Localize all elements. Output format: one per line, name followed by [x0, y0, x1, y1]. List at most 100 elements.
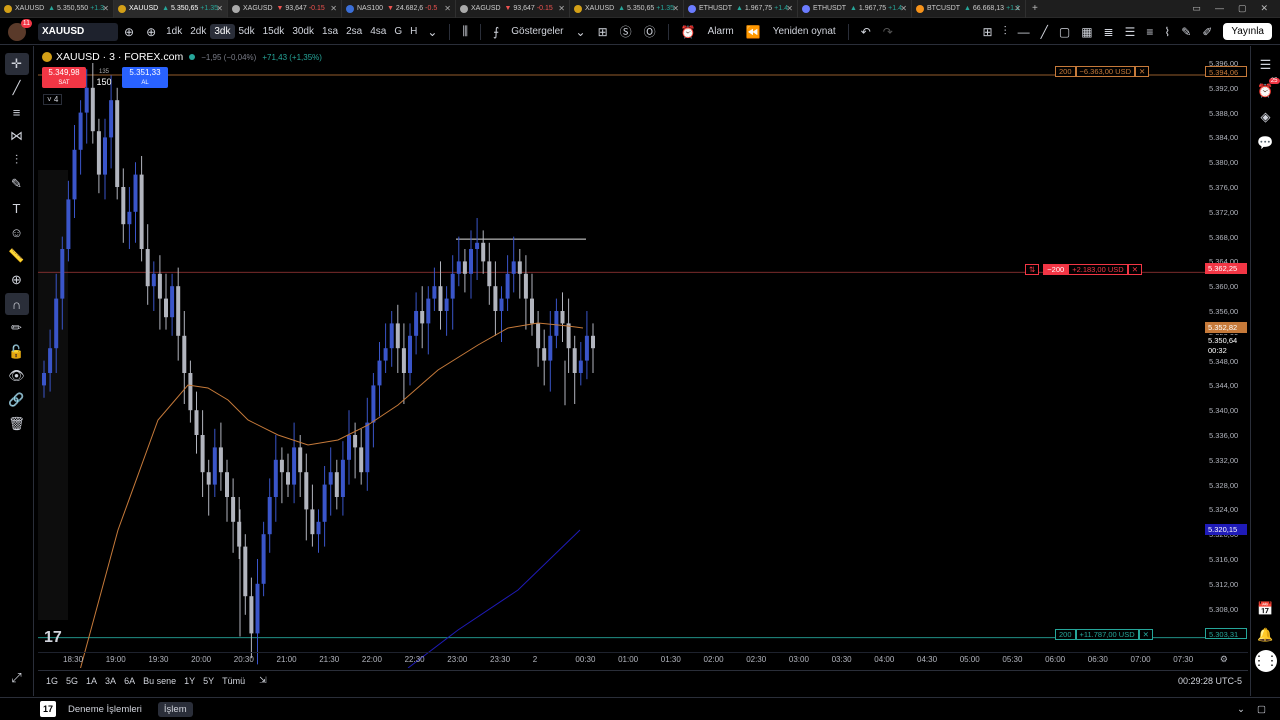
range-button-7[interactable]: 5Y [203, 676, 214, 686]
paper-trading-tab[interactable]: Deneme İşlemleri [68, 704, 142, 715]
bell-icon[interactable]: 🔔 [1255, 624, 1277, 646]
indicators-button[interactable]: Göstergeler [511, 26, 563, 37]
close-icon[interactable]: ✕ [900, 4, 907, 13]
crosshair-icon[interactable]: ✛ [4, 53, 29, 75]
channel-icon[interactable]: ≡ [1146, 25, 1153, 39]
close-icon[interactable]: ✕ [444, 4, 451, 13]
date-range-icon[interactable]: ⇲ [259, 675, 267, 686]
price-chart-svg[interactable]: 17 [38, 50, 1248, 668]
compare-icon[interactable]: ⊕ [124, 25, 134, 39]
browser-tab[interactable]: XAUUSD ▲ 5.350,65 +1.35 ✕ [114, 0, 228, 18]
s-icon[interactable]: Ⓢ [620, 23, 632, 40]
pen-icon[interactable]: ✐ [1202, 25, 1212, 39]
time-axis[interactable]: ⚙ 18:30 19:00 19:30 20:00 20:30 21:00 21:30 22:… [38, 652, 1248, 666]
settings-lines-icon[interactable]: ☰ [1125, 25, 1136, 39]
browser-tab[interactable]: BTCUSDT ▲ 66.668,13 +1.1 ✕ [912, 0, 1026, 18]
link-icon[interactable]: 🔗 [5, 389, 29, 411]
chevron-down-icon[interactable]: ⌄ [576, 25, 586, 39]
settings-icon[interactable]: ⚙ [1220, 654, 1228, 665]
range-button-2[interactable]: 1A [86, 676, 97, 686]
close-icon[interactable]: ✕ [786, 4, 793, 13]
vertical-line-icon[interactable]: ⫶ [1004, 24, 1007, 39]
eye-icon[interactable]: 👁 [5, 365, 29, 387]
grid-icon[interactable]: ▦ [1081, 25, 1092, 39]
quantity-field[interactable]: 135 150 [86, 67, 122, 87]
buy-button[interactable]: 5.351,33 AL [122, 67, 168, 88]
symbol-search[interactable]: XAUUSD [38, 22, 118, 41]
clock[interactable]: 00:29:28 UTC-5 [1178, 676, 1242, 686]
alarm-button[interactable]: Alarm [708, 26, 734, 37]
close-icon[interactable]: ✕ [1138, 629, 1153, 640]
close-icon[interactable]: ✕ [216, 4, 223, 13]
range-button-0[interactable]: 1G [46, 676, 58, 686]
legend-title[interactable]: XAUUSD · 3 · FOREX.com [56, 51, 183, 63]
close-icon[interactable]: ✕ [102, 4, 109, 13]
chevron-down-icon[interactable]: ⌄ [427, 25, 437, 39]
interval-1[interactable]: 2dk [186, 24, 210, 39]
browser-tab[interactable]: XAUUSD ▲ 5.350,550 +1.3 ✕ [0, 0, 114, 18]
trendline-tool-icon[interactable]: ╱ [5, 77, 29, 99]
candle-type-icon[interactable]: ⫼ [462, 24, 468, 39]
pattern-tool-icon[interactable]: ⋈ [5, 125, 29, 147]
alarm-icon[interactable]: ⏰ [681, 25, 696, 39]
reverse-icon[interactable]: ⇅ [1025, 264, 1040, 275]
rectangle-icon[interactable]: ▢ [1059, 25, 1070, 39]
indicators-icon[interactable]: ⨍ [493, 25, 499, 39]
redo-icon[interactable]: ↷ [883, 25, 893, 39]
interval-3[interactable]: 5dk [235, 24, 259, 39]
maximize-icon[interactable]: ▢ [1257, 704, 1266, 715]
templates-icon[interactable]: ⊞ [598, 25, 608, 39]
interval-2[interactable]: 3dk [210, 24, 235, 39]
minimize-icon[interactable]: — [1215, 3, 1224, 14]
user-avatar[interactable]: 11 [8, 18, 32, 41]
range-button-8[interactable]: Tümü [222, 676, 245, 686]
magnet-icon[interactable]: ∩ [4, 293, 29, 315]
range-button-3[interactable]: 3A [105, 676, 116, 686]
browser-tab[interactable]: XAGUSD ▼ 93,647 -0.15 ✕ [228, 0, 342, 18]
interval-5[interactable]: 30dk [288, 24, 318, 39]
maximize-icon[interactable]: ▢ [1238, 3, 1247, 14]
close-window-icon[interactable]: ✕ [1260, 3, 1268, 14]
lock-icon[interactable]: 🔓 [5, 341, 29, 363]
new-tab-icon[interactable]: + [1032, 3, 1038, 14]
brush-icon[interactable]: ✎ [1181, 25, 1191, 39]
position-bottom[interactable]: 200 +11.787,00 USD ✕ [1055, 629, 1153, 640]
apps-icon[interactable]: ⋮⋮ [1253, 650, 1279, 672]
browser-tab[interactable]: XAGUSD ▼ 93,647 -0.15 ✕ [456, 0, 570, 18]
replay-icon[interactable]: ⏪ [746, 25, 761, 39]
watchlist-icon[interactable]: ☰ [1255, 54, 1277, 76]
window-mode-icon[interactable]: ▭ [1192, 3, 1201, 14]
price-axis[interactable]: 5.396,00 5.392,00 5.388,00 5.384,00 5.380,00… [1205, 50, 1250, 650]
fib-tool-icon[interactable]: ≡ [5, 101, 29, 123]
replay-button[interactable]: Yeniden oynat [773, 26, 836, 37]
fib-icon[interactable]: ≣ [1104, 25, 1114, 39]
chart-pane[interactable]: 17 [38, 50, 1248, 668]
brush-tool-icon[interactable]: ✎ [5, 173, 29, 195]
layout-grid-icon[interactable]: ⊞ [983, 25, 993, 39]
undo-icon[interactable]: ↶ [861, 25, 871, 39]
trend-line-icon[interactable]: ╱ [1041, 25, 1048, 39]
path-icon[interactable]: ⌇ [1164, 25, 1170, 39]
position-top[interactable]: 200 −6.363,00 USD ✕ [1055, 66, 1150, 77]
browser-tab[interactable]: NAS100 ▼ 24.682,6 -0.5 ✕ [342, 0, 456, 18]
interval-0[interactable]: 1dk [162, 24, 186, 39]
position-middle[interactable]: ⇅ −200 +2.183,00 USD ✕ [1025, 264, 1142, 275]
trade-tab[interactable]: İşlem [157, 701, 193, 717]
layers-icon[interactable]: ◈ [1255, 106, 1277, 128]
emoji-tool-icon[interactable]: ☺ [5, 221, 29, 243]
browser-tab[interactable]: ETHUSDT ▲ 1.967,75 +1.4 ✕ [798, 0, 912, 18]
publish-button[interactable]: Yayınla [1223, 23, 1272, 40]
close-icon[interactable]: ✕ [1135, 66, 1150, 77]
alerts-icon[interactable]: ⏰ 25 [1255, 78, 1280, 102]
chevron-down-icon[interactable]: ⌄ [1237, 704, 1245, 715]
horizontal-line-icon[interactable]: — [1018, 25, 1030, 39]
close-icon[interactable]: ✕ [1127, 264, 1142, 275]
sell-button[interactable]: 5.349,98 SAT [42, 67, 86, 88]
range-button-1[interactable]: 5G [66, 676, 78, 686]
browser-tab[interactable]: ETHUSDT ▲ 1.967,75 +1.4 ✕ [684, 0, 798, 18]
trash-icon[interactable]: 🗑 [5, 413, 29, 435]
range-button-6[interactable]: 1Y [184, 676, 195, 686]
interval-6[interactable]: 1sa [318, 24, 342, 39]
interval-7[interactable]: 2sa [342, 24, 366, 39]
add-symbol-icon[interactable]: ⊕ [146, 25, 156, 39]
